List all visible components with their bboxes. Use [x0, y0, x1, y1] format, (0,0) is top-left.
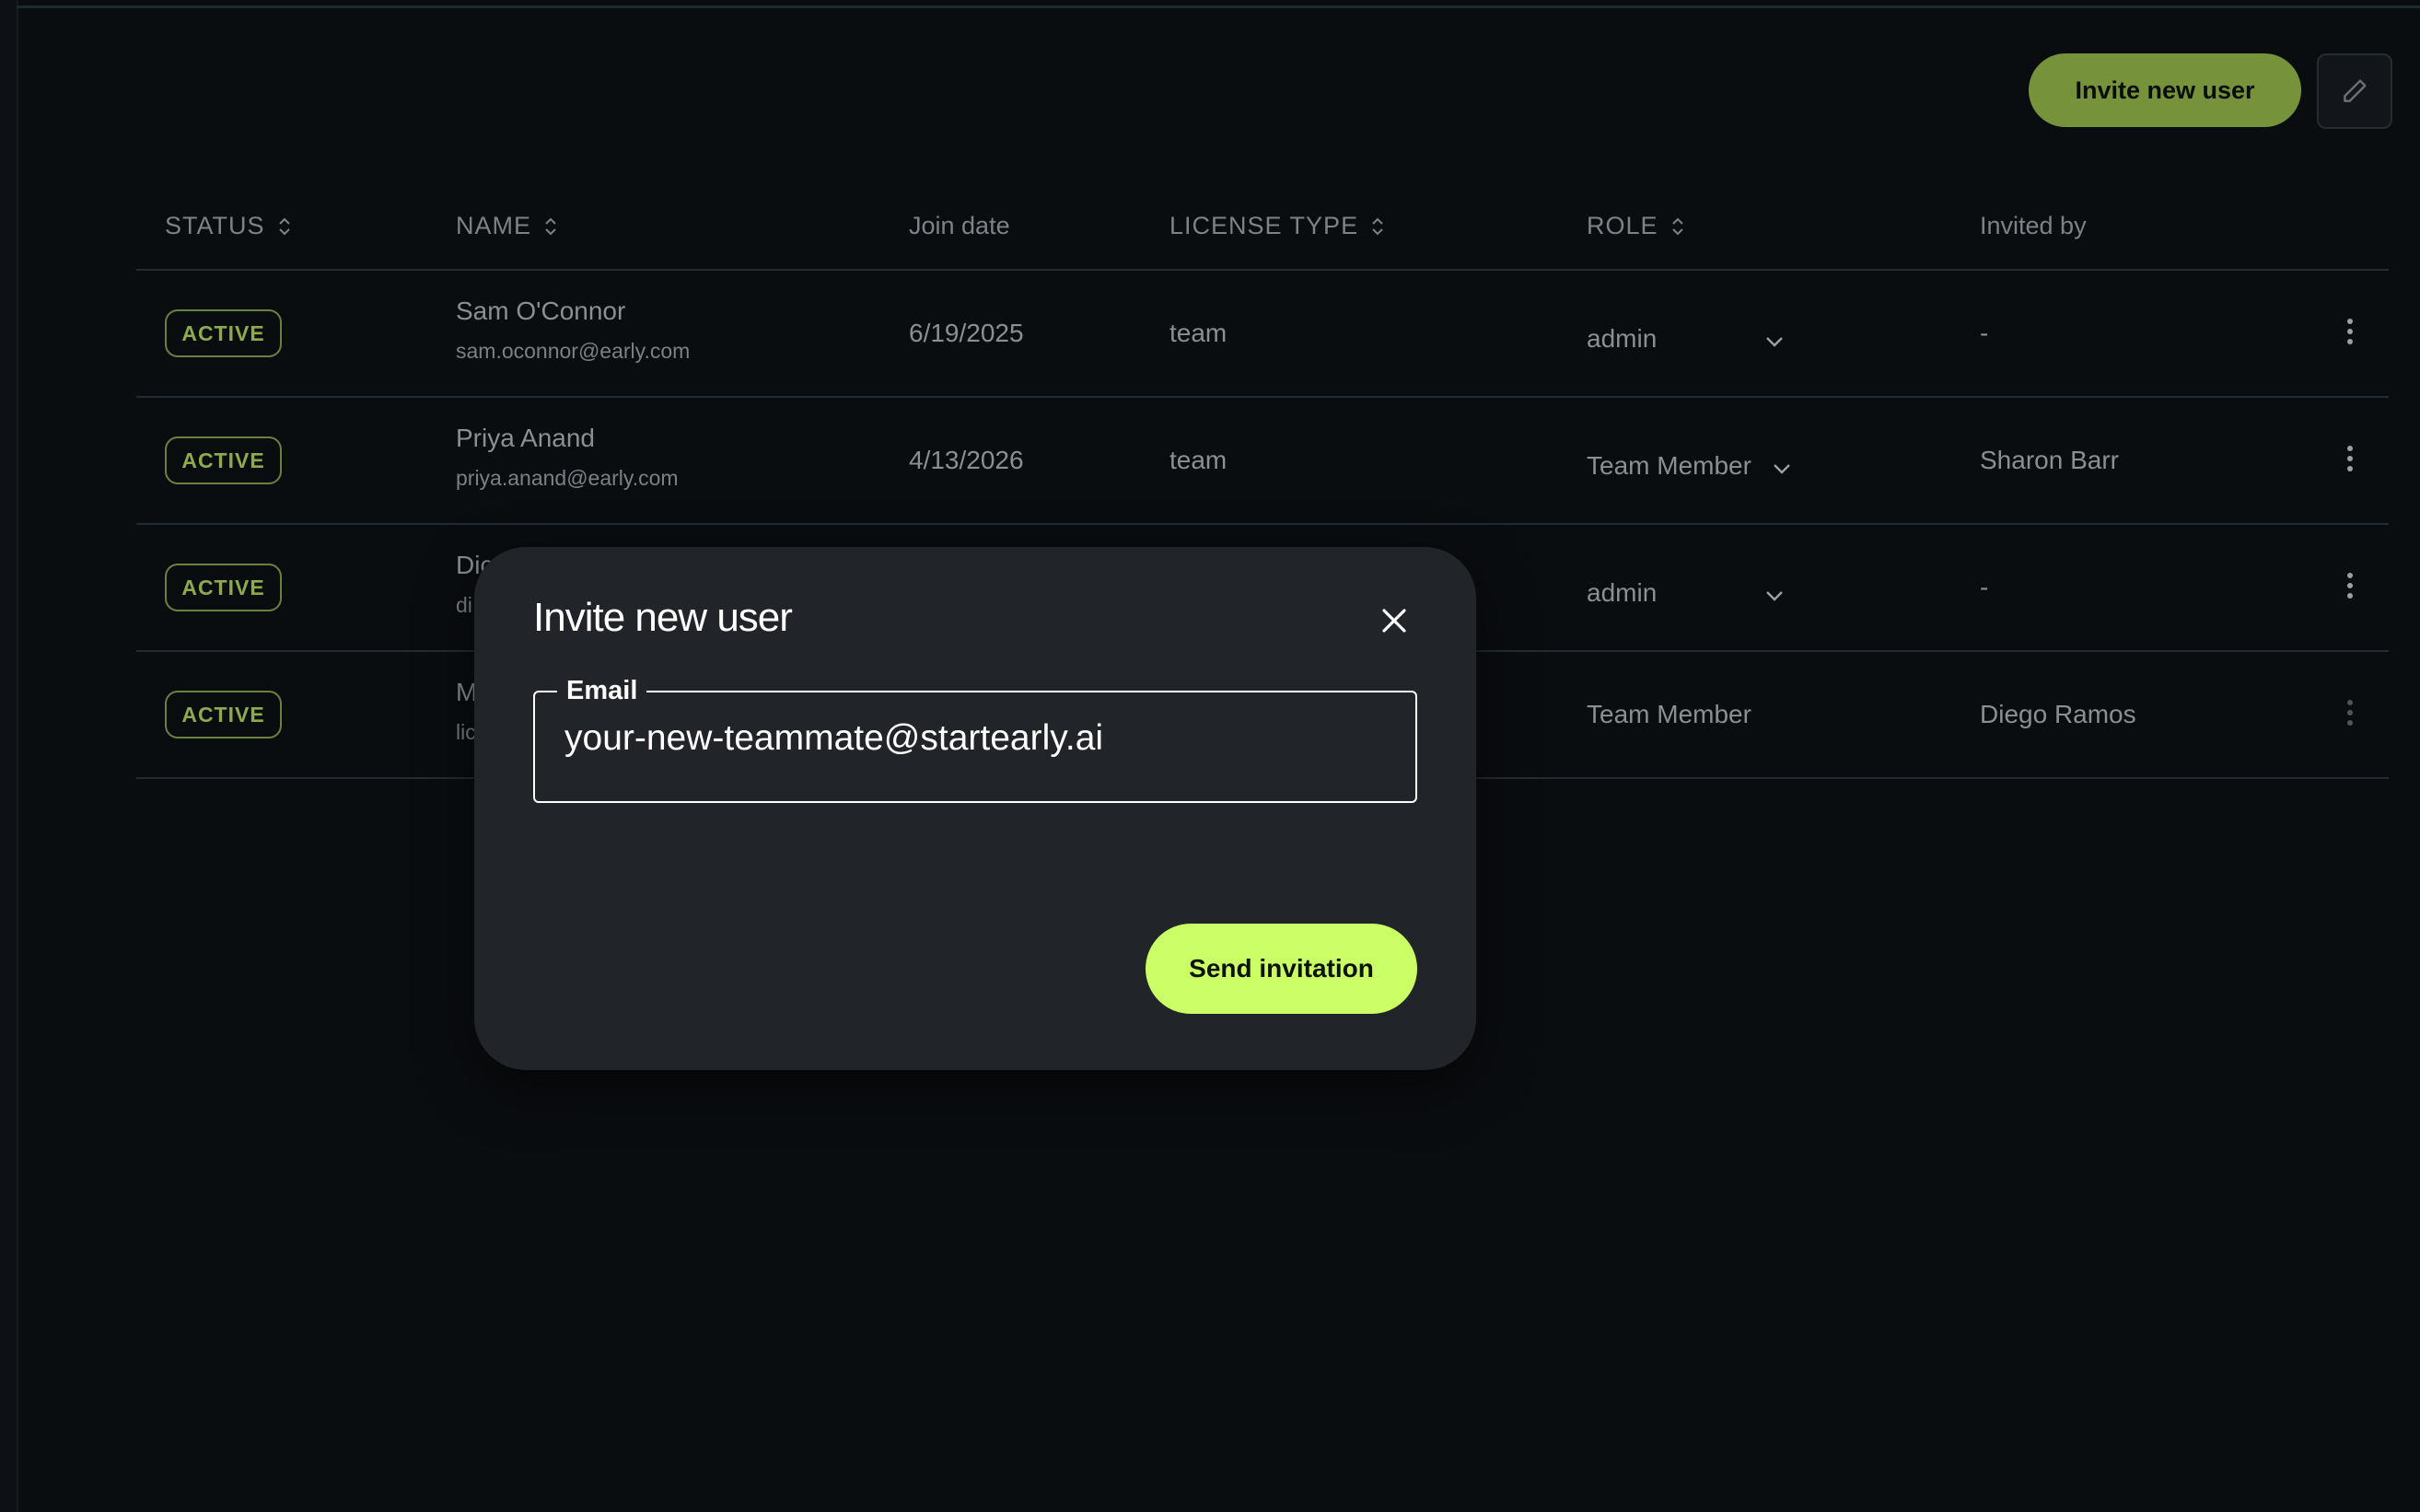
close-icon — [1382, 609, 1406, 633]
chevron-down-icon[interactable] — [1772, 462, 1792, 475]
user-email: sam.oconnor@early.com — [456, 339, 691, 363]
user-email: lic — [456, 720, 476, 744]
join-date: 4/13/2026 — [909, 446, 1024, 474]
role-text: Team Member — [1587, 700, 1751, 728]
user-email: di — [456, 593, 472, 617]
invited-by: Diego Ramos — [1980, 700, 2136, 728]
status-badge: ACTIVE — [165, 436, 282, 484]
user-management-page: Invite new user STATUS NAME Join date LI… — [0, 0, 2420, 1512]
join-date: 6/19/2025 — [909, 319, 1024, 347]
header-license-type[interactable]: LICENSE TYPE — [1169, 212, 1384, 240]
user-email: priya.anand@early.com — [456, 466, 679, 490]
top-divider — [17, 6, 2420, 8]
header-status[interactable]: STATUS — [165, 212, 291, 240]
header-invited-by: Invited by — [1980, 212, 2087, 239]
invited-by: - — [1980, 573, 1989, 601]
status-badge: ACTIVE — [165, 691, 282, 739]
invited-by: - — [1980, 319, 1989, 347]
invite-new-user-button[interactable]: Invite new user — [2029, 53, 2301, 127]
row-menu-icon[interactable] — [2341, 573, 2359, 599]
sort-icon — [545, 217, 556, 235]
left-rail — [0, 0, 18, 1512]
row-menu-icon[interactable] — [2341, 319, 2359, 344]
close-button[interactable] — [1372, 599, 1416, 643]
status-badge: ACTIVE — [165, 564, 282, 611]
role-select[interactable]: admin — [1587, 578, 1657, 608]
table-row: ACTIVE Priya Anand priya.anand@early.com… — [136, 398, 2389, 525]
edit-button[interactable] — [2317, 53, 2392, 129]
table-header: STATUS NAME Join date LICENSE TYPE ROLE … — [136, 184, 2389, 271]
row-menu-icon[interactable] — [2341, 700, 2359, 726]
pencil-icon — [2344, 79, 2367, 102]
invite-user-dialog: Invite new user Email Send invitation — [474, 547, 1476, 1070]
role-select[interactable]: Team Member — [1587, 451, 1751, 481]
sort-icon — [278, 217, 290, 235]
license-type: team — [1169, 319, 1227, 347]
dialog-title: Invite new user — [533, 595, 793, 640]
header-name[interactable]: NAME — [456, 212, 557, 240]
chevron-down-icon[interactable] — [1764, 335, 1785, 348]
send-invitation-button[interactable]: Send invitation — [1146, 924, 1417, 1014]
role-select[interactable]: admin — [1587, 324, 1657, 354]
table-row: ACTIVE Sam O'Connor sam.oconnor@early.co… — [136, 271, 2389, 398]
sort-icon — [1671, 217, 1683, 235]
row-menu-icon[interactable] — [2341, 446, 2359, 471]
user-name: Sam O'Connor — [456, 297, 626, 325]
email-input[interactable] — [564, 718, 1375, 759]
chevron-down-icon[interactable] — [1764, 589, 1785, 602]
header-role[interactable]: ROLE — [1587, 212, 1684, 240]
license-type: team — [1169, 446, 1227, 474]
user-name: Priya Anand — [456, 424, 595, 452]
header-join-date: Join date — [909, 212, 1010, 239]
status-badge: ACTIVE — [165, 309, 282, 357]
email-field: Email — [533, 676, 1417, 803]
email-field-label: Email — [557, 676, 647, 705]
sort-icon — [1372, 217, 1383, 235]
invited-by: Sharon Barr — [1980, 446, 2119, 474]
